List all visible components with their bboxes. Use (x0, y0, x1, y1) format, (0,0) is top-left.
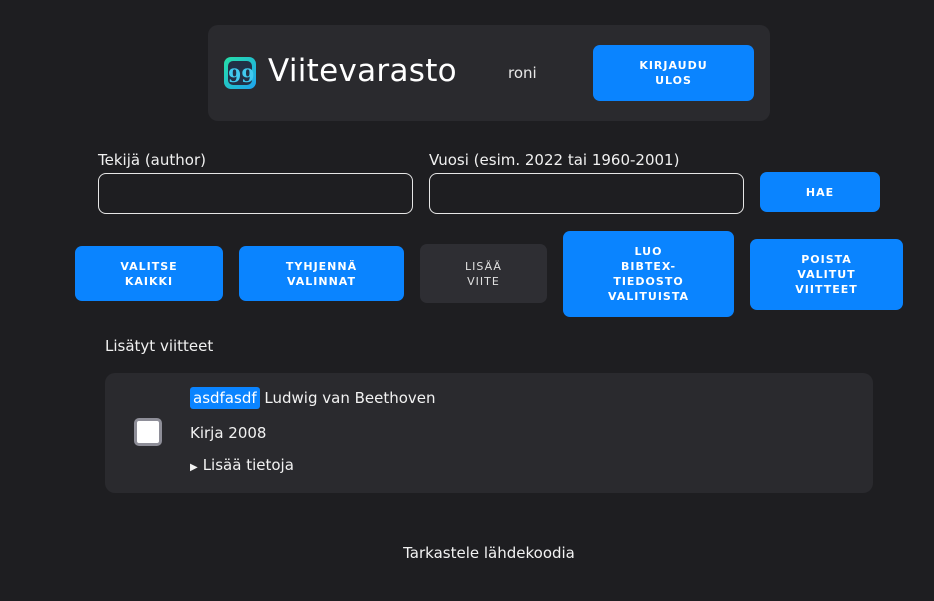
reference-key-badge: asdfasdf (190, 387, 260, 409)
reference-title-line: asdfasdf Ludwig van Beethoven (190, 387, 436, 409)
logo-glyph: 99 (228, 61, 254, 87)
reference-checkbox[interactable] (134, 418, 162, 446)
add-reference-button[interactable]: LISÄÄ VIITE (420, 244, 547, 303)
logout-button[interactable]: KIRJAUDU ULOS (593, 45, 754, 101)
clear-selection-button[interactable]: TYHJENNÄ VALINNAT (239, 246, 404, 301)
author-label: Tekijä (author) (98, 151, 206, 169)
app-header: 99 Viitevarasto roni KIRJAUDU ULOS (208, 25, 770, 121)
reference-type-year: Kirja 2008 (190, 424, 267, 442)
search-button[interactable]: HAE (760, 172, 880, 212)
username: roni (508, 64, 537, 82)
author-input[interactable] (98, 173, 413, 214)
triangle-right-icon: ▶ (190, 462, 198, 473)
more-info-toggle[interactable]: ▶ Lisää tietoja (190, 456, 294, 474)
section-title: Lisätyt viitteet (105, 337, 214, 355)
quote-icon: 99 (224, 57, 256, 89)
reference-author: Ludwig van Beethoven (264, 389, 436, 407)
create-bibtex-button[interactable]: LUO BIBTEX- TIEDOSTO VALITUISTA (563, 231, 734, 317)
reference-card: asdfasdf Ludwig van Beethoven Kirja 2008… (105, 373, 873, 493)
year-label: Vuosi (esim. 2022 tai 1960-2001) (429, 151, 680, 169)
more-info-label: Lisää tietoja (202, 456, 294, 474)
source-code-link[interactable]: Tarkastele lähdekoodia (0, 544, 934, 562)
select-all-button[interactable]: VALITSE KAIKKI (75, 246, 223, 301)
delete-selected-button[interactable]: POISTA VALITUT VIITTEET (750, 239, 903, 310)
app-title: Viitevarasto (268, 53, 457, 89)
year-input[interactable] (429, 173, 744, 214)
